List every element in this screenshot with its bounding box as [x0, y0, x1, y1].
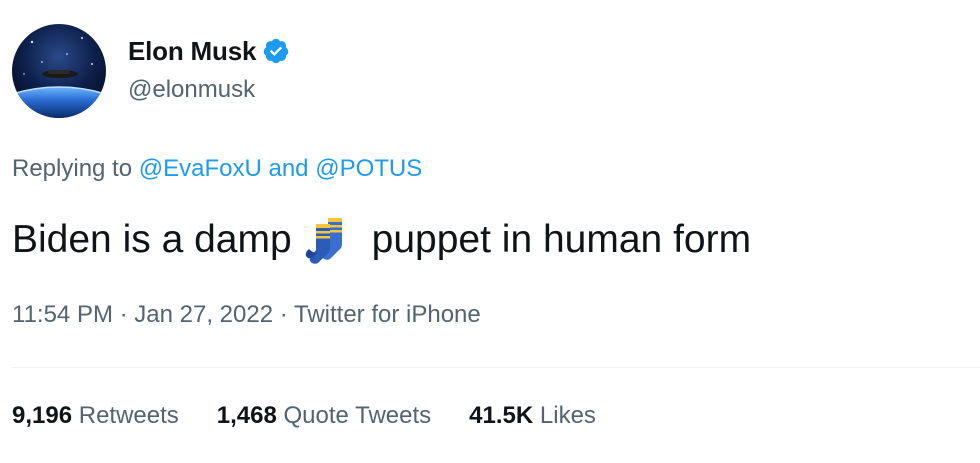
replying-to: Replying to @EvaFoxU and @POTUS — [12, 155, 422, 183]
retweets-count: 9,196 — [12, 402, 73, 429]
tweet-stats: 9,196 Retweets 1,468 Quote Tweets 41.5K … — [12, 402, 596, 430]
replying-to-prefix: Replying to — [12, 155, 139, 182]
tweet-detail: Elon Musk @elonmusk Replying to @EvaFoxU… — [0, 0, 980, 463]
tweet-text-part-1: Biden is a damp — [12, 218, 292, 261]
retweets-label: Retweets — [78, 402, 179, 429]
tweet-date-link[interactable]: Jan 27, 2022 — [134, 301, 273, 328]
likes-count: 41.5K — [469, 402, 534, 429]
author-handle[interactable]: @elonmusk — [128, 76, 255, 104]
quote-tweets-label: Quote Tweets — [283, 402, 432, 429]
avatar-image — [12, 24, 106, 118]
mention-potus-link[interactable]: @POTUS — [315, 155, 422, 182]
socks-emoji-icon — [302, 216, 360, 264]
retweets-stat[interactable]: 9,196 Retweets — [12, 402, 179, 430]
replying-to-conjunction: and — [261, 155, 316, 182]
meta-separator: · — [112, 301, 135, 328]
divider — [12, 367, 980, 368]
quote-tweets-count: 1,468 — [216, 402, 277, 429]
mention-evafoxu-link[interactable]: @EvaFoxU — [139, 155, 262, 182]
meta-separator: · — [273, 301, 294, 328]
likes-label: Likes — [539, 402, 596, 429]
verified-badge-icon — [262, 37, 290, 65]
author-display-name[interactable]: Elon Musk — [128, 36, 256, 67]
quote-tweets-stat[interactable]: 1,468 Quote Tweets — [217, 402, 431, 430]
tweet-time-link[interactable]: 11:54 PM — [12, 301, 113, 328]
tweet-text-part-2: puppet in human form — [371, 218, 752, 261]
tweet-text: Biden is a damp puppet in human form — [12, 216, 751, 264]
likes-stat[interactable]: 41.5K Likes — [469, 402, 596, 430]
avatar[interactable] — [12, 24, 106, 118]
tweet-meta: 11:54 PM · Jan 27, 2022 · Twitter for iP… — [12, 301, 481, 329]
tweet-source-link[interactable]: Twitter for iPhone — [294, 301, 481, 328]
author-name-row: Elon Musk — [128, 34, 290, 68]
